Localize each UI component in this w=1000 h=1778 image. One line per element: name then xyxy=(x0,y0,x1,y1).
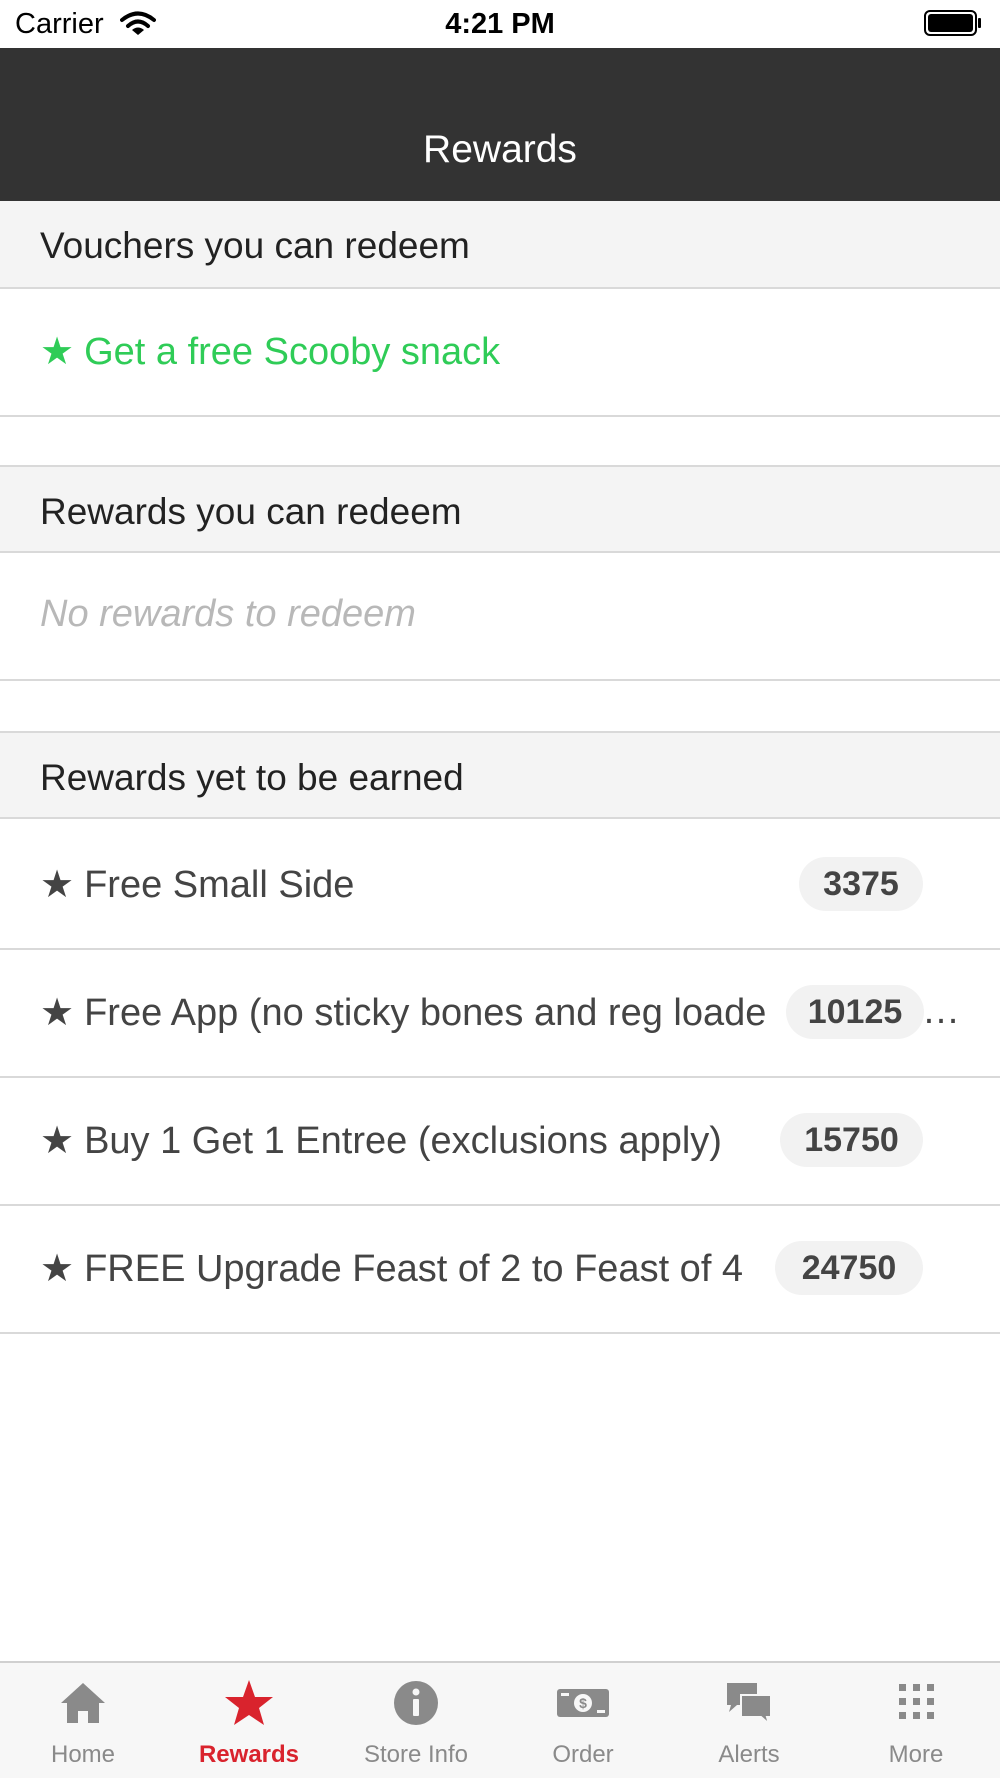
page-title: Rewards xyxy=(423,128,577,171)
empty-rewards-row: No rewards to redeem xyxy=(0,553,1000,681)
empty-rewards-text: No rewards to redeem xyxy=(40,593,416,635)
battery-icon xyxy=(924,10,981,36)
star-icon: ★ xyxy=(40,1248,75,1290)
reward-item-feast-upgrade[interactable]: ★ FREE Upgrade Feast of 2 to Feast of 4 2… xyxy=(0,1206,1000,1334)
tab-label: Alerts xyxy=(718,1741,780,1768)
tab-order[interactable]: $ Order xyxy=(500,1663,666,1778)
points-badge: 10125 xyxy=(786,985,924,1039)
grid-dots-icon xyxy=(899,1684,934,1719)
tab-store-info[interactable]: Store Info xyxy=(333,1663,499,1778)
reward-text: Free Small Side xyxy=(84,864,355,906)
star-icon: ★ xyxy=(40,331,75,373)
section-header-label: Vouchers you can redeem xyxy=(40,225,470,266)
star-icon xyxy=(225,1680,273,1725)
section-header-vouchers: Vouchers you can redeem xyxy=(0,201,1000,289)
clock: 4:21 PM xyxy=(445,8,555,40)
navigation-bar: Rewards xyxy=(0,48,1000,201)
reward-text: FREE Upgrade Feast of 2 to Feast of 4 xyxy=(84,1248,744,1290)
tab-alerts[interactable]: Alerts xyxy=(666,1663,832,1778)
reward-label: ★ Free App (no sticky bones and reg loade xyxy=(40,990,782,1035)
reward-label: ★ Free Small Side xyxy=(40,862,780,907)
reward-text: Buy 1 Get 1 Entree (exclusions apply) xyxy=(84,1120,722,1162)
voucher-label: ★ Get a free Scooby snack xyxy=(40,329,500,374)
section-header-label: Rewards yet to be earned xyxy=(40,757,464,798)
tab-label: Home xyxy=(50,1741,116,1768)
tab-home[interactable]: Home xyxy=(0,1663,166,1778)
tab-more[interactable]: More xyxy=(833,1663,999,1778)
home-icon xyxy=(61,1683,105,1723)
star-icon: ★ xyxy=(40,864,75,906)
reward-item-free-app[interactable]: ★ Free App (no sticky bones and reg loade… xyxy=(0,950,1000,1078)
tab-bar: Home Rewards Store Info $ Order Alerts M… xyxy=(0,1661,1000,1778)
section-header-redeemable: Rewards you can redeem xyxy=(0,465,1000,553)
status-bar: Carrier 4:21 PM xyxy=(0,0,1000,48)
section-header-to-earn: Rewards yet to be earned xyxy=(0,731,1000,819)
reward-label: ★ FREE Upgrade Feast of 2 to Feast of 4 xyxy=(40,1246,780,1291)
reward-label: ★ Buy 1 Get 1 Entree (exclusions apply) xyxy=(40,1118,780,1163)
reward-item-bogo-entree[interactable]: ★ Buy 1 Get 1 Entree (exclusions apply) 1… xyxy=(0,1078,1000,1206)
tab-rewards[interactable]: Rewards xyxy=(166,1663,332,1778)
svg-text:$: $ xyxy=(579,1695,587,1711)
tab-label: Rewards xyxy=(198,1741,300,1768)
voucher-item-scooby-snack[interactable]: ★ Get a free Scooby snack xyxy=(0,289,1000,417)
section-header-label: Rewards you can redeem xyxy=(40,491,462,532)
star-icon: ★ xyxy=(40,992,75,1034)
truncation-ellipsis: … xyxy=(922,990,960,1032)
star-icon: ★ xyxy=(40,1120,75,1162)
reward-text: Free App (no sticky bones and reg loade xyxy=(84,992,767,1034)
money-icon: $ xyxy=(557,1689,609,1717)
reward-item-free-small-side[interactable]: ★ Free Small Side 3375 xyxy=(0,822,1000,950)
tab-label: More xyxy=(888,1741,944,1768)
tab-label: Store Info xyxy=(363,1741,469,1768)
points-badge: 3375 xyxy=(799,857,923,911)
points-badge: 15750 xyxy=(780,1113,923,1167)
info-icon xyxy=(394,1681,438,1725)
voucher-text: Get a free Scooby snack xyxy=(84,331,501,373)
chat-bubbles-icon xyxy=(727,1683,772,1727)
points-badge: 24750 xyxy=(775,1241,923,1295)
tab-label: Order xyxy=(552,1741,614,1768)
